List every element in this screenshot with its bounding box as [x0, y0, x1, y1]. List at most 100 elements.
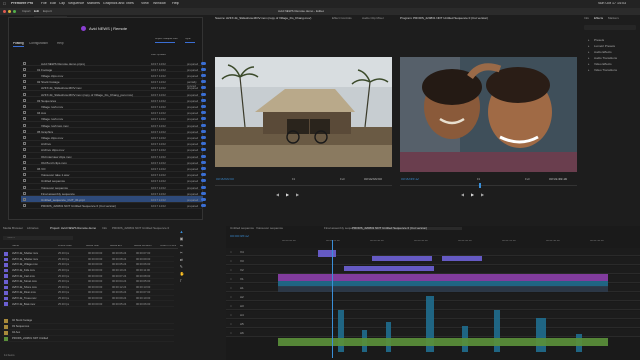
track-label[interactable]: V2 — [240, 269, 244, 272]
project-bin-row[interactable]: 03 Sequences — [2, 324, 174, 330]
track-label[interactable]: V3 — [240, 260, 244, 263]
audio-clip-mixer-tab[interactable]: Audio Clip Mixer — [362, 17, 384, 20]
row-checkbox[interactable] — [23, 123, 26, 127]
timeline-track[interactable] — [226, 257, 640, 265]
effects-search[interactable] — [584, 25, 636, 30]
row-toggle[interactable] — [201, 142, 206, 146]
track-label[interactable]: A6 — [240, 332, 244, 335]
workspace-edit[interactable]: Edit — [34, 10, 39, 13]
program-res-select[interactable]: Full — [525, 178, 530, 181]
track-lock-icon[interactable]: □ — [230, 251, 232, 254]
row-checkbox[interactable] — [23, 80, 26, 84]
timeline-clip[interactable] — [278, 274, 608, 281]
menu-view[interactable]: View — [141, 2, 149, 6]
row-toggle[interactable] — [201, 135, 206, 139]
track-lock-icon[interactable]: □ — [230, 287, 232, 290]
hand-icon[interactable]: ✋ — [180, 272, 185, 276]
row-checkbox[interactable] — [23, 117, 26, 121]
row-checkbox[interactable] — [23, 197, 26, 201]
menu-edit[interactable]: Edit — [50, 2, 56, 6]
track-label[interactable]: A5 — [240, 323, 244, 326]
zoom-window-icon[interactable] — [13, 10, 16, 13]
col-media-start[interactable]: Media Start — [86, 245, 99, 248]
track-select-icon[interactable]: ▣ — [180, 237, 184, 241]
row-checkbox[interactable] — [23, 73, 26, 77]
track-label[interactable]: A1 — [240, 287, 244, 290]
program-play-icon[interactable]: ▶ — [471, 193, 474, 197]
track-label[interactable]: A4 — [240, 314, 244, 317]
apple-icon[interactable]:  — [3, 2, 6, 6]
row-toggle[interactable] — [201, 185, 206, 189]
row-toggle[interactable] — [201, 111, 206, 115]
step-forward-icon[interactable]: ▶ — [296, 193, 299, 197]
program-scrubber[interactable] — [400, 185, 577, 186]
menu-file[interactable]: File — [41, 2, 47, 6]
timeline-timecode[interactable]: 00:00:49:12 — [230, 235, 249, 239]
slip-icon[interactable]: ⇄ — [180, 258, 183, 262]
source-timecode[interactable]: 00:00:00:00 — [216, 178, 234, 181]
timeline-playhead[interactable] — [332, 240, 333, 358]
row-toggle[interactable] — [201, 129, 206, 133]
track-lock-icon[interactable]: □ — [230, 269, 232, 272]
row-checkbox[interactable] — [23, 173, 26, 177]
row-checkbox[interactable] — [23, 185, 26, 189]
menu-sequence[interactable]: Sequence — [68, 2, 84, 6]
project-item-row[interactable]: AVFX.2k_Boat.mov 25.00 fps 00:00:00:00 0… — [2, 301, 174, 307]
project-bin-row[interactable]: PRORS_220831 NDT Untitled — [2, 336, 174, 342]
timeline-clip[interactable] — [318, 250, 336, 257]
track-label[interactable]: A2 — [240, 296, 244, 299]
timeline-sequence-tab[interactable]: PRORS_220831 NDT Untitled Sequence 0 (Cu… — [352, 227, 462, 230]
track-lock-icon[interactable]: □ — [230, 296, 232, 299]
project-search-input[interactable]: Search — [3, 236, 73, 240]
program-fit-select[interactable]: Fit — [477, 178, 480, 181]
row-toggle[interactable] — [201, 197, 206, 201]
row-toggle[interactable] — [201, 61, 206, 65]
row-checkbox[interactable] — [23, 166, 26, 170]
row-toggle[interactable] — [201, 80, 206, 84]
program-video-frame[interactable] — [400, 57, 577, 172]
row-toggle[interactable] — [201, 154, 206, 158]
timeline-track[interactable] — [226, 248, 640, 256]
program-timecode[interactable]: 00:00:49:12 — [401, 178, 419, 181]
source-video-frame[interactable] — [215, 57, 392, 167]
row-checkbox[interactable] — [23, 67, 26, 71]
tab-posting[interactable]: Posting — [13, 42, 24, 48]
close-window-icon[interactable] — [3, 10, 6, 13]
track-lock-icon[interactable]: □ — [230, 332, 232, 335]
pen-icon[interactable]: ✎ — [180, 265, 183, 269]
row-toggle[interactable] — [201, 98, 206, 102]
project-bin-row[interactable]: 02 Stock footage — [2, 318, 174, 324]
minimize-window-icon[interactable] — [8, 10, 11, 13]
timeline-clip[interactable] — [278, 338, 608, 346]
timeline-clip[interactable] — [386, 322, 391, 352]
row-checkbox[interactable] — [23, 111, 26, 115]
effect-controls-tab[interactable]: Effect Controls — [332, 17, 352, 20]
row-toggle[interactable] — [201, 173, 206, 177]
track-label[interactable]: A3 — [240, 305, 244, 308]
menu-markers[interactable]: Markers — [87, 2, 100, 6]
step-back-icon[interactable]: ◀ — [276, 193, 279, 197]
tab-configuration[interactable]: Configuration — [29, 42, 48, 45]
col-video-in[interactable]: Video In Point — [160, 245, 176, 248]
timeline-clip[interactable] — [278, 286, 608, 292]
row-toggle[interactable] — [201, 191, 206, 195]
menu-help[interactable]: Help — [172, 2, 179, 6]
row-checkbox[interactable] — [23, 129, 26, 133]
row-checkbox[interactable] — [23, 148, 26, 152]
source-res-select[interactable]: Full — [340, 178, 345, 181]
effects-folder[interactable]: ▸ Video Transitions — [588, 67, 636, 73]
source-scrubber[interactable] — [215, 185, 392, 186]
type-icon[interactable]: T — [180, 279, 182, 283]
timeline-clip[interactable] — [442, 256, 482, 261]
selection-tool-icon[interactable]: ▲ — [180, 230, 184, 234]
source-fit-select[interactable]: Fit — [292, 178, 295, 181]
info-panel-tab[interactable]: Info — [102, 227, 107, 230]
menu-graphics[interactable]: Graphics and Titles — [103, 2, 134, 6]
timeline-clip[interactable] — [372, 256, 432, 261]
row-toggle[interactable] — [201, 92, 206, 96]
row-toggle[interactable] — [201, 166, 206, 170]
row-checkbox[interactable] — [23, 191, 26, 195]
razor-icon[interactable]: ✂ — [180, 251, 183, 255]
track-lock-icon[interactable]: □ — [230, 278, 232, 281]
ripple-edit-icon[interactable]: ↦ — [180, 244, 183, 248]
